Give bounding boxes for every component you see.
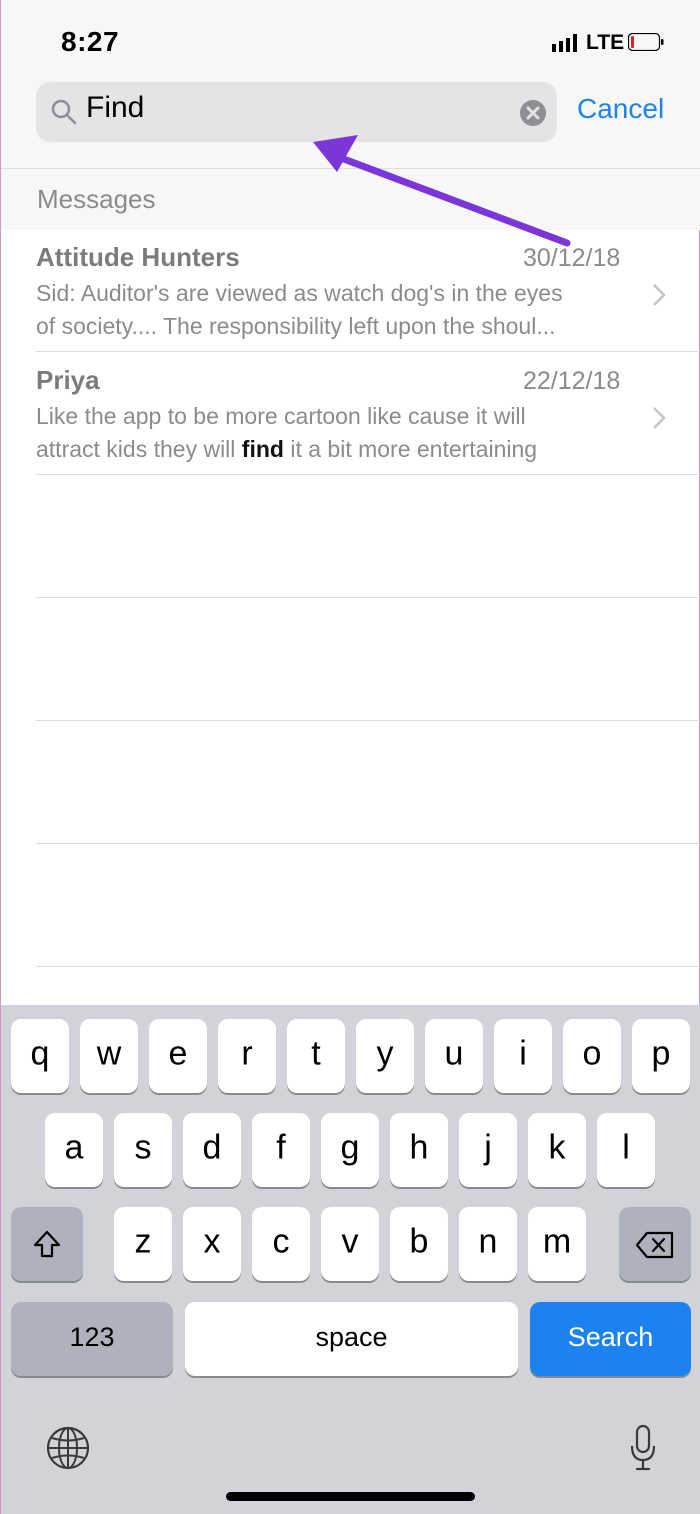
- section-title: Messages: [37, 184, 156, 214]
- home-indicator[interactable]: [226, 1492, 475, 1501]
- microphone-icon[interactable]: [629, 1424, 657, 1472]
- cancel-button[interactable]: Cancel: [577, 93, 664, 125]
- shift-icon: [33, 1230, 61, 1258]
- message-preview-line: attract kids they will find it a bit mor…: [36, 436, 636, 463]
- battery-icon: [628, 33, 664, 51]
- search-match-highlight: find: [241, 436, 284, 462]
- conversation-name: Priya: [36, 365, 100, 395]
- backspace-icon: [635, 1231, 674, 1259]
- key-h[interactable]: h: [390, 1113, 448, 1187]
- key-i[interactable]: i: [494, 1019, 552, 1093]
- key-y[interactable]: y: [356, 1019, 414, 1093]
- divider: [36, 474, 700, 475]
- chevron-right-icon: [653, 407, 666, 429]
- clear-icon[interactable]: [517, 97, 549, 129]
- key-z[interactable]: z: [114, 1207, 172, 1281]
- conversation-name: Attitude Hunters: [36, 242, 240, 272]
- message-preview-line: Like the app to be more cartoon like cau…: [36, 403, 526, 429]
- signal-icon: [552, 34, 577, 52]
- preview-text: attract kids they will: [36, 436, 242, 462]
- message-date: 22/12/18: [523, 367, 621, 395]
- key-u[interactable]: u: [425, 1019, 483, 1093]
- message-date: 30/12/18: [523, 244, 621, 272]
- divider: [36, 720, 700, 721]
- space-key[interactable]: space: [185, 1302, 518, 1376]
- chevron-right-icon: [653, 284, 666, 306]
- divider: [36, 843, 700, 844]
- key-x[interactable]: x: [183, 1207, 241, 1281]
- key-a[interactable]: a: [45, 1113, 103, 1187]
- divider: [36, 597, 700, 598]
- numbers-key[interactable]: 123: [11, 1302, 173, 1376]
- key-q[interactable]: q: [11, 1019, 69, 1093]
- key-c[interactable]: c: [252, 1207, 310, 1281]
- status-time: 8:27: [61, 26, 120, 57]
- divider: [36, 351, 700, 352]
- preview-text: it a bit more entertaining: [283, 436, 538, 462]
- key-d[interactable]: d: [183, 1113, 241, 1187]
- key-l[interactable]: l: [597, 1113, 655, 1187]
- key-o[interactable]: o: [563, 1019, 621, 1093]
- key-n[interactable]: n: [459, 1207, 517, 1281]
- message-preview-line: of society.... The responsibility left u…: [36, 313, 556, 339]
- globe-icon[interactable]: [45, 1425, 91, 1471]
- key-f[interactable]: f: [252, 1113, 310, 1187]
- key-s[interactable]: s: [114, 1113, 172, 1187]
- list-item[interactable]: Priya 22/12/18 Like the app to be more c…: [1, 353, 700, 476]
- list-item[interactable]: Attitude Hunters 30/12/18 Sid: Auditor's…: [1, 230, 700, 353]
- search-icon: [51, 99, 77, 125]
- key-b[interactable]: b: [390, 1207, 448, 1281]
- key-w[interactable]: w: [80, 1019, 138, 1093]
- search-input[interactable]: Find: [86, 91, 144, 125]
- key-r[interactable]: r: [218, 1019, 276, 1093]
- key-v[interactable]: v: [321, 1207, 379, 1281]
- key-t[interactable]: t: [287, 1019, 345, 1093]
- search-key[interactable]: Search: [530, 1302, 691, 1376]
- key-e[interactable]: e: [149, 1019, 207, 1093]
- key-j[interactable]: j: [459, 1113, 517, 1187]
- divider: [36, 966, 700, 967]
- shift-key[interactable]: [11, 1207, 83, 1281]
- backspace-key[interactable]: [619, 1207, 691, 1281]
- network-type: LTE: [586, 31, 625, 54]
- key-p[interactable]: p: [632, 1019, 690, 1093]
- message-preview-line: Sid: Auditor's are viewed as watch dog's…: [36, 280, 563, 306]
- key-m[interactable]: m: [528, 1207, 586, 1281]
- key-g[interactable]: g: [321, 1113, 379, 1187]
- key-k[interactable]: k: [528, 1113, 586, 1187]
